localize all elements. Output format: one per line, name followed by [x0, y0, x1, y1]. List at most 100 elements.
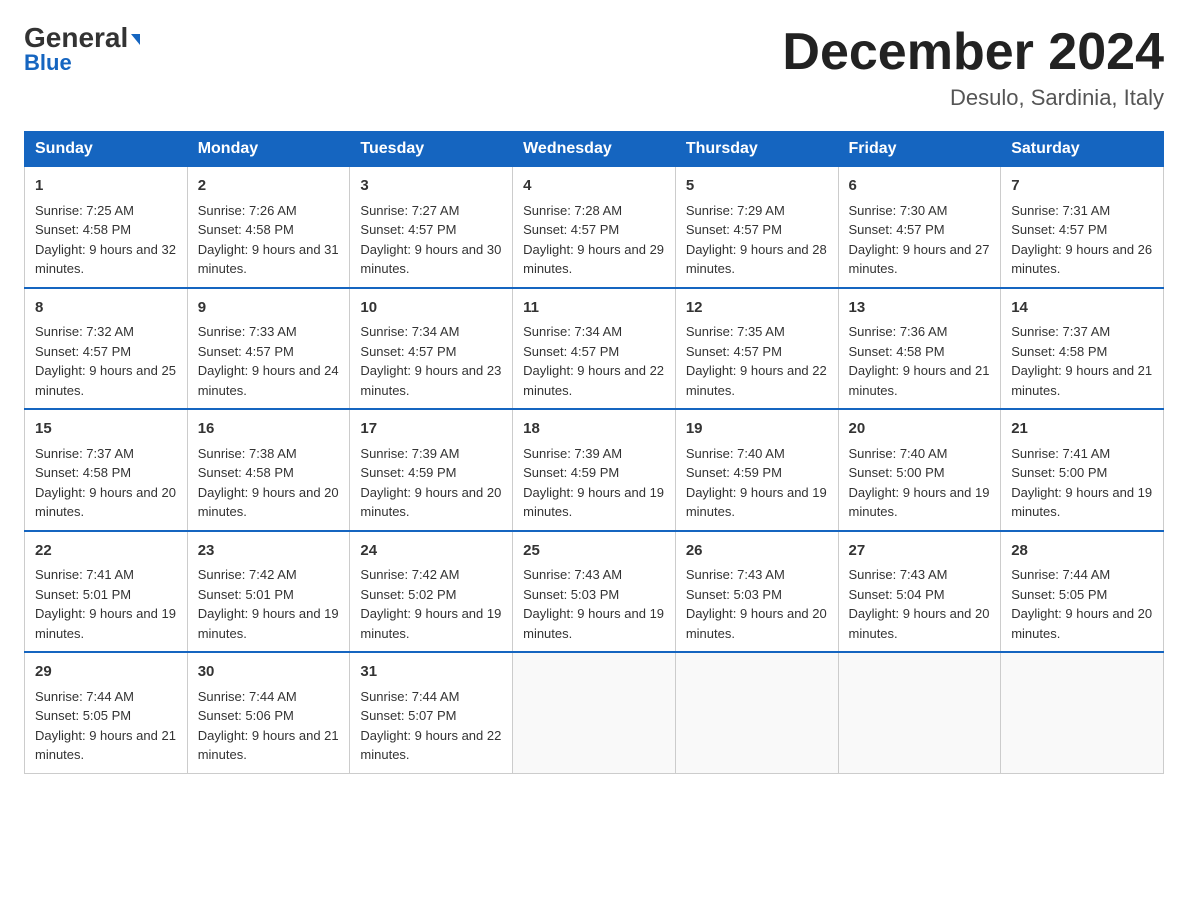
- calendar-cell: 16 Sunrise: 7:38 AM Sunset: 4:58 PM Dayl…: [187, 409, 350, 531]
- page-subtitle: Desulo, Sardinia, Italy: [782, 85, 1164, 111]
- sunrise-label: Sunrise: 7:42 AM: [198, 567, 297, 582]
- daylight-label: Daylight: 9 hours and 22 minutes.: [360, 728, 501, 763]
- daylight-label: Daylight: 9 hours and 24 minutes.: [198, 363, 339, 398]
- daylight-label: Daylight: 9 hours and 20 minutes.: [849, 606, 990, 641]
- daylight-label: Daylight: 9 hours and 20 minutes.: [1011, 606, 1152, 641]
- sunset-label: Sunset: 5:01 PM: [198, 587, 294, 602]
- weekday-header: Tuesday: [350, 132, 513, 167]
- calendar-cell: 9 Sunrise: 7:33 AM Sunset: 4:57 PM Dayli…: [187, 288, 350, 410]
- day-number: 12: [686, 297, 828, 320]
- sunset-label: Sunset: 5:04 PM: [849, 587, 945, 602]
- daylight-label: Daylight: 9 hours and 23 minutes.: [360, 363, 501, 398]
- calendar-cell: 17 Sunrise: 7:39 AM Sunset: 4:59 PM Dayl…: [350, 409, 513, 531]
- daylight-label: Daylight: 9 hours and 25 minutes.: [35, 363, 176, 398]
- weekday-header: Thursday: [675, 132, 838, 167]
- day-number: 28: [1011, 540, 1153, 563]
- sunset-label: Sunset: 4:59 PM: [523, 465, 619, 480]
- daylight-label: Daylight: 9 hours and 19 minutes.: [198, 606, 339, 641]
- logo-bottom: Blue: [24, 50, 72, 76]
- sunrise-label: Sunrise: 7:32 AM: [35, 324, 134, 339]
- calendar-cell: 24 Sunrise: 7:42 AM Sunset: 5:02 PM Dayl…: [350, 531, 513, 653]
- day-number: 24: [360, 540, 502, 563]
- daylight-label: Daylight: 9 hours and 19 minutes.: [35, 606, 176, 641]
- calendar-cell: 13 Sunrise: 7:36 AM Sunset: 4:58 PM Dayl…: [838, 288, 1001, 410]
- sunset-label: Sunset: 4:57 PM: [523, 344, 619, 359]
- calendar-cell: [838, 652, 1001, 773]
- calendar-cell: 30 Sunrise: 7:44 AM Sunset: 5:06 PM Dayl…: [187, 652, 350, 773]
- weekday-header: Friday: [838, 132, 1001, 167]
- calendar-week-row: 8 Sunrise: 7:32 AM Sunset: 4:57 PM Dayli…: [25, 288, 1164, 410]
- calendar-cell: 22 Sunrise: 7:41 AM Sunset: 5:01 PM Dayl…: [25, 531, 188, 653]
- page-header: General Blue December 2024 Desulo, Sardi…: [24, 24, 1164, 111]
- daylight-label: Daylight: 9 hours and 20 minutes.: [360, 485, 501, 520]
- daylight-label: Daylight: 9 hours and 31 minutes.: [198, 242, 339, 277]
- calendar-cell: 5 Sunrise: 7:29 AM Sunset: 4:57 PM Dayli…: [675, 167, 838, 288]
- day-number: 2: [198, 175, 340, 198]
- day-number: 21: [1011, 418, 1153, 441]
- sunset-label: Sunset: 4:58 PM: [35, 222, 131, 237]
- sunset-label: Sunset: 5:00 PM: [849, 465, 945, 480]
- calendar-cell: 1 Sunrise: 7:25 AM Sunset: 4:58 PM Dayli…: [25, 167, 188, 288]
- day-number: 14: [1011, 297, 1153, 320]
- weekday-header: Saturday: [1001, 132, 1164, 167]
- calendar-cell: 27 Sunrise: 7:43 AM Sunset: 5:04 PM Dayl…: [838, 531, 1001, 653]
- calendar-week-row: 1 Sunrise: 7:25 AM Sunset: 4:58 PM Dayli…: [25, 167, 1164, 288]
- day-number: 23: [198, 540, 340, 563]
- sunrise-label: Sunrise: 7:39 AM: [523, 446, 622, 461]
- day-number: 7: [1011, 175, 1153, 198]
- sunset-label: Sunset: 5:05 PM: [1011, 587, 1107, 602]
- sunrise-label: Sunrise: 7:44 AM: [1011, 567, 1110, 582]
- calendar-cell: 11 Sunrise: 7:34 AM Sunset: 4:57 PM Dayl…: [513, 288, 676, 410]
- sunset-label: Sunset: 4:58 PM: [198, 465, 294, 480]
- calendar-cell: 29 Sunrise: 7:44 AM Sunset: 5:05 PM Dayl…: [25, 652, 188, 773]
- sunrise-label: Sunrise: 7:41 AM: [35, 567, 134, 582]
- sunset-label: Sunset: 4:57 PM: [35, 344, 131, 359]
- sunrise-label: Sunrise: 7:36 AM: [849, 324, 948, 339]
- daylight-label: Daylight: 9 hours and 30 minutes.: [360, 242, 501, 277]
- sunset-label: Sunset: 5:03 PM: [686, 587, 782, 602]
- day-number: 8: [35, 297, 177, 320]
- sunset-label: Sunset: 5:00 PM: [1011, 465, 1107, 480]
- sunset-label: Sunset: 5:05 PM: [35, 708, 131, 723]
- daylight-label: Daylight: 9 hours and 21 minutes.: [849, 363, 990, 398]
- day-number: 19: [686, 418, 828, 441]
- day-number: 30: [198, 661, 340, 684]
- day-number: 29: [35, 661, 177, 684]
- day-number: 6: [849, 175, 991, 198]
- daylight-label: Daylight: 9 hours and 20 minutes.: [686, 606, 827, 641]
- daylight-label: Daylight: 9 hours and 22 minutes.: [523, 363, 664, 398]
- sunrise-label: Sunrise: 7:30 AM: [849, 203, 948, 218]
- day-number: 5: [686, 175, 828, 198]
- daylight-label: Daylight: 9 hours and 28 minutes.: [686, 242, 827, 277]
- sunset-label: Sunset: 4:59 PM: [360, 465, 456, 480]
- sunset-label: Sunset: 5:01 PM: [35, 587, 131, 602]
- logo-top: General: [24, 24, 140, 52]
- calendar-cell: 12 Sunrise: 7:35 AM Sunset: 4:57 PM Dayl…: [675, 288, 838, 410]
- calendar-cell: 25 Sunrise: 7:43 AM Sunset: 5:03 PM Dayl…: [513, 531, 676, 653]
- sunrise-label: Sunrise: 7:43 AM: [849, 567, 948, 582]
- sunrise-label: Sunrise: 7:37 AM: [35, 446, 134, 461]
- day-number: 10: [360, 297, 502, 320]
- daylight-label: Daylight: 9 hours and 29 minutes.: [523, 242, 664, 277]
- calendar-table: SundayMondayTuesdayWednesdayThursdayFrid…: [24, 131, 1164, 774]
- sunrise-label: Sunrise: 7:41 AM: [1011, 446, 1110, 461]
- calendar-cell: 23 Sunrise: 7:42 AM Sunset: 5:01 PM Dayl…: [187, 531, 350, 653]
- daylight-label: Daylight: 9 hours and 21 minutes.: [35, 728, 176, 763]
- calendar-cell: 10 Sunrise: 7:34 AM Sunset: 4:57 PM Dayl…: [350, 288, 513, 410]
- sunrise-label: Sunrise: 7:38 AM: [198, 446, 297, 461]
- day-number: 27: [849, 540, 991, 563]
- calendar-week-row: 22 Sunrise: 7:41 AM Sunset: 5:01 PM Dayl…: [25, 531, 1164, 653]
- calendar-cell: [513, 652, 676, 773]
- sunrise-label: Sunrise: 7:39 AM: [360, 446, 459, 461]
- day-number: 13: [849, 297, 991, 320]
- day-number: 31: [360, 661, 502, 684]
- sunset-label: Sunset: 5:03 PM: [523, 587, 619, 602]
- sunrise-label: Sunrise: 7:44 AM: [360, 689, 459, 704]
- day-number: 22: [35, 540, 177, 563]
- sunrise-label: Sunrise: 7:27 AM: [360, 203, 459, 218]
- daylight-label: Daylight: 9 hours and 19 minutes.: [360, 606, 501, 641]
- day-number: 1: [35, 175, 177, 198]
- calendar-cell: [1001, 652, 1164, 773]
- sunset-label: Sunset: 4:58 PM: [198, 222, 294, 237]
- daylight-label: Daylight: 9 hours and 20 minutes.: [35, 485, 176, 520]
